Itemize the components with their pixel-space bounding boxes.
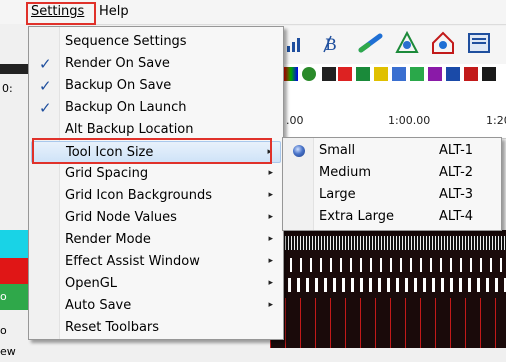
submenu-item-large[interactable]: Large ALT-3 bbox=[285, 184, 499, 206]
menu-item-tool-icon-size[interactable]: Tool Icon Size ▸ bbox=[31, 141, 281, 163]
settings-menu: Sequence Settings ✓ Render On Save ✓ Backu… bbox=[28, 26, 284, 340]
submenu-item-label: Extra Large bbox=[319, 209, 395, 224]
submenu-arrow-icon: ▸ bbox=[268, 234, 273, 244]
effect-chip-icon[interactable] bbox=[410, 67, 424, 81]
toolbar: B bbox=[270, 26, 506, 64]
submenu-arrow-icon: ▸ bbox=[268, 190, 273, 200]
effect-chip-icon[interactable] bbox=[446, 67, 460, 81]
effect-chip-icon[interactable] bbox=[284, 67, 298, 81]
grid-row bbox=[270, 278, 506, 292]
ruler-tick: 1:00.00 bbox=[388, 114, 431, 127]
menu-item-effect-assist-window[interactable]: Effect Assist Window ▸ bbox=[31, 251, 281, 273]
submenu-item-shortcut: ALT-3 bbox=[439, 187, 474, 202]
radio-selected-icon bbox=[293, 145, 305, 157]
menu-item-label: Backup On Launch bbox=[65, 100, 187, 115]
menu-item-opengl[interactable]: OpenGL ▸ bbox=[31, 273, 281, 295]
effect-chip-icon[interactable] bbox=[338, 67, 352, 81]
submenu-arrow-icon: ▸ bbox=[268, 278, 273, 288]
left-panel-label: 0: bbox=[2, 82, 13, 95]
ruler-tick: 1:20 bbox=[486, 114, 506, 127]
track-swatch-red bbox=[0, 258, 28, 284]
menu-item-backup-on-launch[interactable]: ✓ Backup On Launch bbox=[31, 97, 281, 119]
checkmark-icon: ✓ bbox=[39, 77, 52, 95]
submenu-item-label: Medium bbox=[319, 165, 371, 180]
menu-item-alt-backup-location[interactable]: Alt Backup Location bbox=[31, 119, 281, 141]
effect-chip-icon[interactable] bbox=[482, 67, 496, 81]
menu-item-label: Alt Backup Location bbox=[65, 122, 194, 137]
menu-item-auto-save[interactable]: Auto Save ▸ bbox=[31, 295, 281, 317]
left-panel-label: o bbox=[0, 324, 7, 337]
menu-bar: Settings Help bbox=[0, 0, 506, 25]
effect-icon-strip bbox=[270, 64, 506, 85]
house-tool-icon[interactable] bbox=[430, 30, 456, 56]
checkmark-icon: ✓ bbox=[39, 55, 52, 73]
submenu-item-shortcut: ALT-4 bbox=[439, 209, 474, 224]
shape-tool-icon[interactable] bbox=[394, 30, 420, 56]
ruler-tick: .00 bbox=[286, 114, 304, 127]
submenu-item-shortcut: ALT-2 bbox=[439, 165, 474, 180]
menu-item-grid-icon-backgrounds[interactable]: Grid Icon Backgrounds ▸ bbox=[31, 185, 281, 207]
submenu-item-label: Small bbox=[319, 143, 356, 158]
grid-row bbox=[270, 258, 506, 272]
menu-item-label: Backup On Save bbox=[65, 78, 172, 93]
menu-item-label: Grid Spacing bbox=[65, 166, 149, 181]
effect-chip-icon[interactable] bbox=[374, 67, 388, 81]
left-panel-swatch bbox=[0, 64, 28, 74]
menu-item-label: Tool Icon Size bbox=[66, 145, 154, 160]
menu-item-label: Render On Save bbox=[65, 56, 170, 71]
tool-icon-size-submenu: Small ALT-1 Medium ALT-2 Large ALT-3 Extra … bbox=[282, 137, 502, 231]
menu-help[interactable]: Help bbox=[95, 3, 133, 21]
menu-item-label: Auto Save bbox=[65, 298, 132, 313]
effect-chip-icon[interactable] bbox=[356, 67, 370, 81]
left-panel: 0: o o ew bbox=[0, 24, 28, 358]
submenu-arrow-icon: ▸ bbox=[268, 256, 273, 266]
menu-item-label: OpenGL bbox=[65, 276, 118, 291]
effect-chip-icon[interactable] bbox=[464, 67, 478, 81]
effect-chip-icon[interactable] bbox=[392, 67, 406, 81]
submenu-item-label: Large bbox=[319, 187, 356, 202]
grid-row bbox=[270, 298, 506, 348]
menu-item-render-on-save[interactable]: ✓ Render On Save bbox=[31, 53, 281, 75]
menu-item-label: Grid Node Values bbox=[65, 210, 177, 225]
menu-item-reset-toolbars[interactable]: Reset Toolbars bbox=[31, 317, 281, 339]
brush-tool-icon[interactable] bbox=[358, 30, 384, 56]
submenu-item-shortcut: ALT-1 bbox=[439, 143, 474, 158]
track-swatch-cyan bbox=[0, 230, 28, 258]
submenu-arrow-icon: ▸ bbox=[267, 147, 272, 157]
submenu-item-extra-large[interactable]: Extra Large ALT-4 bbox=[285, 206, 499, 228]
menu-settings-label: Settings bbox=[31, 4, 85, 19]
text-tool-icon[interactable]: B bbox=[322, 30, 348, 56]
effect-chip-icon[interactable] bbox=[428, 67, 442, 81]
menu-item-label: Render Mode bbox=[65, 232, 151, 247]
menu-item-label: Effect Assist Window bbox=[65, 254, 200, 269]
track-swatch-green: o bbox=[0, 284, 28, 310]
menu-item-label: Grid Icon Backgrounds bbox=[65, 188, 213, 203]
grid-row bbox=[270, 236, 506, 250]
effect-chip-icon[interactable] bbox=[302, 67, 316, 81]
menu-help-label: Help bbox=[99, 4, 129, 19]
sequence-grid[interactable] bbox=[270, 230, 506, 348]
window-tool-icon[interactable] bbox=[466, 30, 492, 56]
effect-chip-icon[interactable] bbox=[322, 67, 336, 81]
menu-item-label: Reset Toolbars bbox=[65, 320, 160, 335]
checkmark-icon: ✓ bbox=[39, 99, 52, 117]
menu-item-sequence-settings[interactable]: Sequence Settings bbox=[31, 31, 281, 53]
timeline-ruler: .00 1:00.00 1:20 bbox=[270, 84, 506, 139]
menu-item-backup-on-save[interactable]: ✓ Backup On Save bbox=[31, 75, 281, 97]
menu-item-label: Sequence Settings bbox=[65, 34, 187, 49]
submenu-arrow-icon: ▸ bbox=[268, 300, 273, 310]
submenu-item-medium[interactable]: Medium ALT-2 bbox=[285, 162, 499, 184]
menu-item-grid-node-values[interactable]: Grid Node Values ▸ bbox=[31, 207, 281, 229]
menu-settings[interactable]: Settings bbox=[27, 3, 97, 21]
menu-item-grid-spacing[interactable]: Grid Spacing ▸ bbox=[31, 163, 281, 185]
left-panel-label: ew bbox=[0, 345, 16, 358]
submenu-arrow-icon: ▸ bbox=[268, 168, 273, 178]
menu-item-render-mode[interactable]: Render Mode ▸ bbox=[31, 229, 281, 251]
submenu-arrow-icon: ▸ bbox=[268, 212, 273, 222]
submenu-item-small[interactable]: Small ALT-1 bbox=[285, 140, 499, 162]
bar-tool-icon[interactable] bbox=[284, 30, 310, 56]
